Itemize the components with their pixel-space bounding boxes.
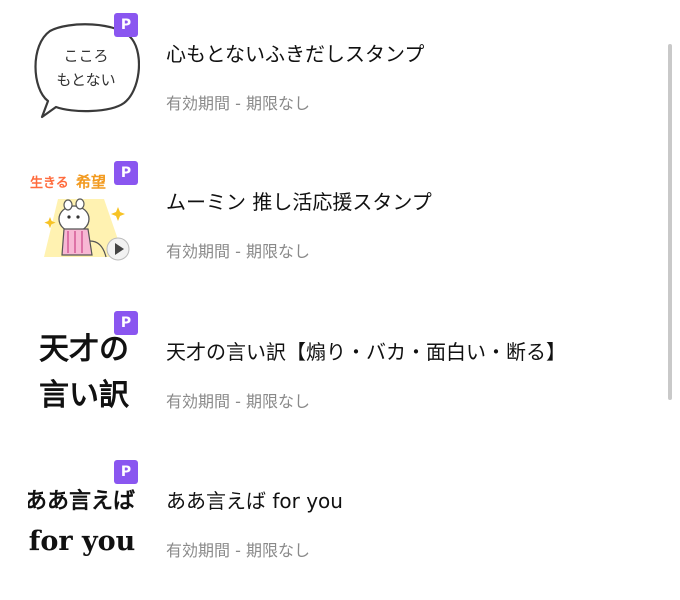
validity-text: 有効期間 - 期限なし [166,242,310,261]
thumb-text-line: 生きる [30,175,69,191]
sticker-thumbnail[interactable]: 天才の 言い訳 P [28,311,140,423]
thumb-text-line: 希望 [76,173,106,191]
validity-text: 有効期間 - 期限なし [166,541,310,560]
validity-text: 有効期間 - 期限なし [166,392,310,411]
thumb-text-line: 天才の [39,332,129,367]
premium-badge: P [114,13,138,37]
thumb-text-line: ああ言えば [28,488,135,514]
sticker-thumbnail[interactable]: 生きる 希望 P [28,161,140,273]
sticker-title: 天才の言い訳【煽り・バカ・面白い・断る】 [166,340,566,364]
list-item[interactable]: こころ もとない P 心もとないふきだしスタンプ 有効期間 - 期限なし [0,5,660,145]
list-item[interactable]: 生きる 希望 P ムーミン 推し活応援スタンプ 有効期間 - 期限なし [0,153,660,293]
list-item[interactable]: ああ言えば for you P ああ言えば for you 有効期間 - 期限な… [0,452,660,592]
premium-badge: P [114,311,138,335]
thumb-text-line: こころ [63,47,108,65]
sticker-list: こころ もとない P 心もとないふきだしスタンプ 有効期間 - 期限なし 生きる… [0,0,660,600]
thumb-text-line: for you [29,526,136,557]
sticker-thumbnail[interactable]: こころ もとない P [28,13,140,125]
premium-badge: P [114,161,138,185]
thumb-text-line: 言い訳 [39,378,130,413]
sticker-title: ああ言えば for you [166,489,343,513]
list-item[interactable]: 天才の 言い訳 P 天才の言い訳【煽り・バカ・面白い・断る】 有効期間 - 期限… [0,303,660,443]
sticker-title: ムーミン 推し活応援スタンプ [166,190,432,214]
premium-badge: P [114,460,138,484]
thumb-text-line: もとない [56,71,115,89]
scrollbar[interactable] [668,44,672,400]
sticker-title: 心もとないふきだしスタンプ [166,42,425,66]
sticker-thumbnail[interactable]: ああ言えば for you P [28,460,140,572]
validity-text: 有効期間 - 期限なし [166,94,310,113]
